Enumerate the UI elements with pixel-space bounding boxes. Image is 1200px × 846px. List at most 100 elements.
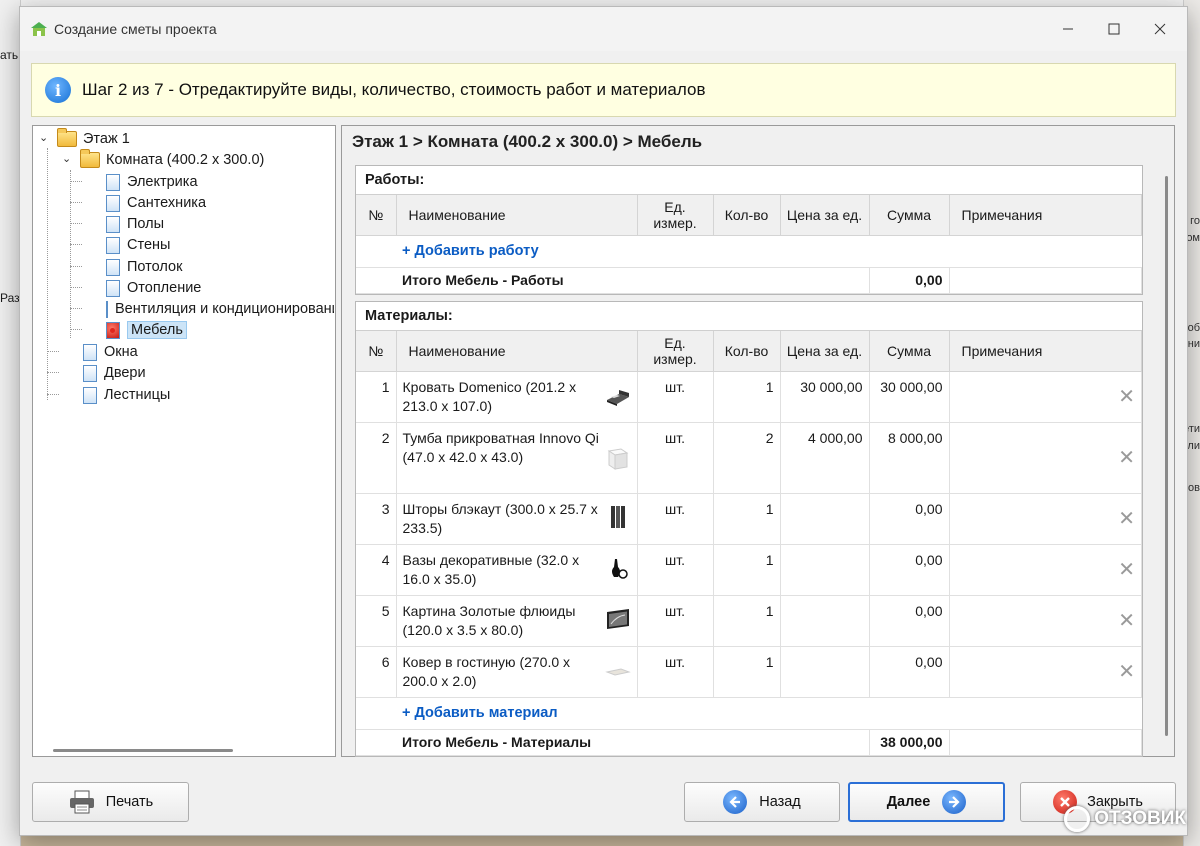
col-name[interactable]: Наименование (396, 195, 638, 236)
collapse-room-icon[interactable]: ⌄ (62, 152, 71, 165)
watermark-logo-icon (1064, 806, 1091, 832)
tree-label: Этаж 1 (83, 131, 130, 147)
tree-label: Сантехника (127, 195, 207, 211)
background-right-text: ли (1187, 440, 1200, 452)
delete-row-button[interactable]: ✕ (949, 595, 1142, 647)
tree-item-electrics[interactable]: Электрика (106, 172, 198, 192)
printer-icon (69, 790, 94, 814)
tree-label-selected: Мебель (127, 321, 187, 339)
tree-item-floors[interactable]: Полы (106, 214, 164, 234)
delete-row-button[interactable]: ✕ (949, 493, 1142, 545)
tree-item-furniture[interactable]: Мебель (106, 320, 187, 340)
row-qty[interactable]: 1 (713, 544, 781, 596)
tree-item-doors[interactable]: Двери (83, 363, 146, 383)
materials-table: № Наименование Ед. измер. Кол-во Цена за… (356, 331, 1142, 756)
tree-item-stairs[interactable]: Лестницы (83, 385, 170, 405)
panel-vertical-scrollbar[interactable] (1165, 176, 1168, 736)
row-price[interactable] (780, 544, 870, 596)
col-notes[interactable]: Примечания (949, 331, 1142, 372)
col-price[interactable]: Цена за ед. (780, 331, 870, 372)
row-sum: 8 000,00 (869, 422, 950, 494)
row-price[interactable] (780, 595, 870, 647)
back-button[interactable]: Назад (684, 782, 840, 822)
estimate-panel: Этаж 1 > Комната (400.2 x 300.0) > Мебел… (341, 125, 1175, 757)
tree-floor-1[interactable]: Этаж 1 (57, 128, 130, 149)
document-icon (106, 321, 120, 339)
table-row[interactable]: 5 Картина Золотые флюиды (120.0 x 3.5 x … (356, 595, 1142, 647)
close-icon: ✕ (1118, 446, 1135, 469)
document-icon (106, 258, 120, 276)
row-name-cell[interactable]: Ковер в гостиную (270.0 x 200.0 x 2.0) (396, 646, 638, 698)
col-sum[interactable]: Сумма (869, 195, 950, 236)
next-button[interactable]: Далее (848, 782, 1005, 822)
close-window-button[interactable] (1137, 13, 1183, 45)
tree-item-ventilation[interactable]: Вентиляция и кондиционирование (106, 299, 334, 319)
table-row[interactable]: 3 Шторы блэкаут (300.0 x 25.7 x 233.5) ш… (356, 493, 1142, 545)
row-price[interactable]: 4 000,00 (780, 422, 870, 494)
tree-item-ceiling[interactable]: Потолок (106, 257, 182, 277)
tree-item-walls[interactable]: Стены (106, 235, 170, 255)
tree-item-heating[interactable]: Отопление (106, 278, 201, 298)
maximize-button[interactable] (1091, 13, 1137, 45)
tree-label: Электрика (127, 174, 198, 190)
title-bar[interactable]: Создание сметы проекта (20, 7, 1187, 51)
tree-item-windows[interactable]: Окна (83, 342, 138, 362)
col-notes[interactable]: Примечания (949, 195, 1142, 236)
row-qty[interactable]: 1 (713, 595, 781, 647)
delete-row-button[interactable]: ✕ (949, 646, 1142, 698)
document-icon (106, 215, 120, 233)
col-price[interactable]: Цена за ед. (780, 195, 870, 236)
delete-row-button[interactable]: ✕ (949, 544, 1142, 596)
row-name: Тумба прикроватная Innovo Qi (47.0 x 42.… (402, 430, 599, 465)
row-price[interactable] (780, 493, 870, 545)
col-qty[interactable]: Кол-во (713, 195, 781, 236)
row-name-cell[interactable]: Тумба прикроватная Innovo Qi (47.0 x 42.… (396, 422, 638, 494)
tree-item-plumbing[interactable]: Сантехника (106, 193, 206, 213)
col-qty[interactable]: Кол-во (713, 331, 781, 372)
table-row[interactable]: 4 Вазы декоративные (32.0 x 16.0 x 35.0)… (356, 544, 1142, 596)
document-icon (106, 194, 120, 212)
row-no: 3 (356, 493, 397, 545)
row-no: 4 (356, 544, 397, 596)
close-icon (1154, 23, 1166, 35)
col-unit[interactable]: Ед. измер. (637, 331, 714, 372)
tree-label: Полы (127, 216, 165, 232)
col-name[interactable]: Наименование (396, 331, 638, 372)
row-name-cell[interactable]: Вазы декоративные (32.0 x 16.0 x 35.0) (396, 544, 638, 596)
tree-room[interactable]: Комната (400.2 x 300.0) (80, 149, 264, 170)
materials-total-row: Итого Мебель - Материалы 38 000,00 (356, 729, 1142, 756)
watermark: ОТЗОВИК (1064, 806, 1186, 832)
row-qty[interactable]: 1 (713, 646, 781, 698)
nightstand-thumb-icon (607, 448, 628, 470)
row-name-cell[interactable]: Картина Золотые флюиды (120.0 x 3.5 x 80… (396, 595, 638, 647)
row-qty[interactable]: 1 (713, 371, 781, 423)
delete-row-button[interactable]: ✕ (949, 371, 1142, 423)
col-unit[interactable]: Ед. измер. (637, 195, 714, 236)
table-row[interactable]: 6 Ковер в гостиную (270.0 x 200.0 x 2.0)… (356, 646, 1142, 698)
col-no[interactable]: № (356, 331, 397, 372)
col-sum[interactable]: Сумма (869, 331, 950, 372)
table-row[interactable]: 2 Тумба прикроватная Innovo Qi (47.0 x 4… (356, 422, 1142, 494)
materials-total-label: Итого Мебель - Материалы (396, 729, 870, 756)
project-tree[interactable]: ⌄ Этаж 1 ⌄ Комната (400.2 x 300.0) Элект… (32, 125, 336, 757)
house-icon (31, 22, 47, 36)
row-name-cell[interactable]: Шторы блэкаут (300.0 x 25.7 x 233.5) (396, 493, 638, 545)
row-name-cell[interactable]: Кровать Domenico (201.2 x 213.0 x 107.0) (396, 371, 638, 423)
print-button[interactable]: Печать (32, 782, 189, 822)
minimize-button[interactable] (1045, 13, 1091, 45)
row-price[interactable] (780, 646, 870, 698)
tree-horizontal-scrollbar[interactable] (53, 749, 233, 752)
collapse-floor-icon[interactable]: ⌄ (39, 131, 48, 144)
row-no: 2 (356, 422, 397, 494)
row-qty[interactable]: 1 (713, 493, 781, 545)
delete-row-button[interactable]: ✕ (949, 422, 1142, 494)
row-price[interactable]: 30 000,00 (780, 371, 870, 423)
table-row[interactable]: 1 Кровать Domenico (201.2 x 213.0 x 107.… (356, 371, 1142, 423)
col-no[interactable]: № (356, 195, 397, 236)
add-material-link[interactable]: + Добавить материал (356, 697, 1142, 730)
document-icon (106, 236, 120, 254)
row-unit: шт. (637, 646, 714, 698)
close-icon: ✕ (1118, 507, 1135, 530)
row-qty[interactable]: 2 (713, 422, 781, 494)
add-work-link[interactable]: + Добавить работу (356, 235, 1142, 268)
